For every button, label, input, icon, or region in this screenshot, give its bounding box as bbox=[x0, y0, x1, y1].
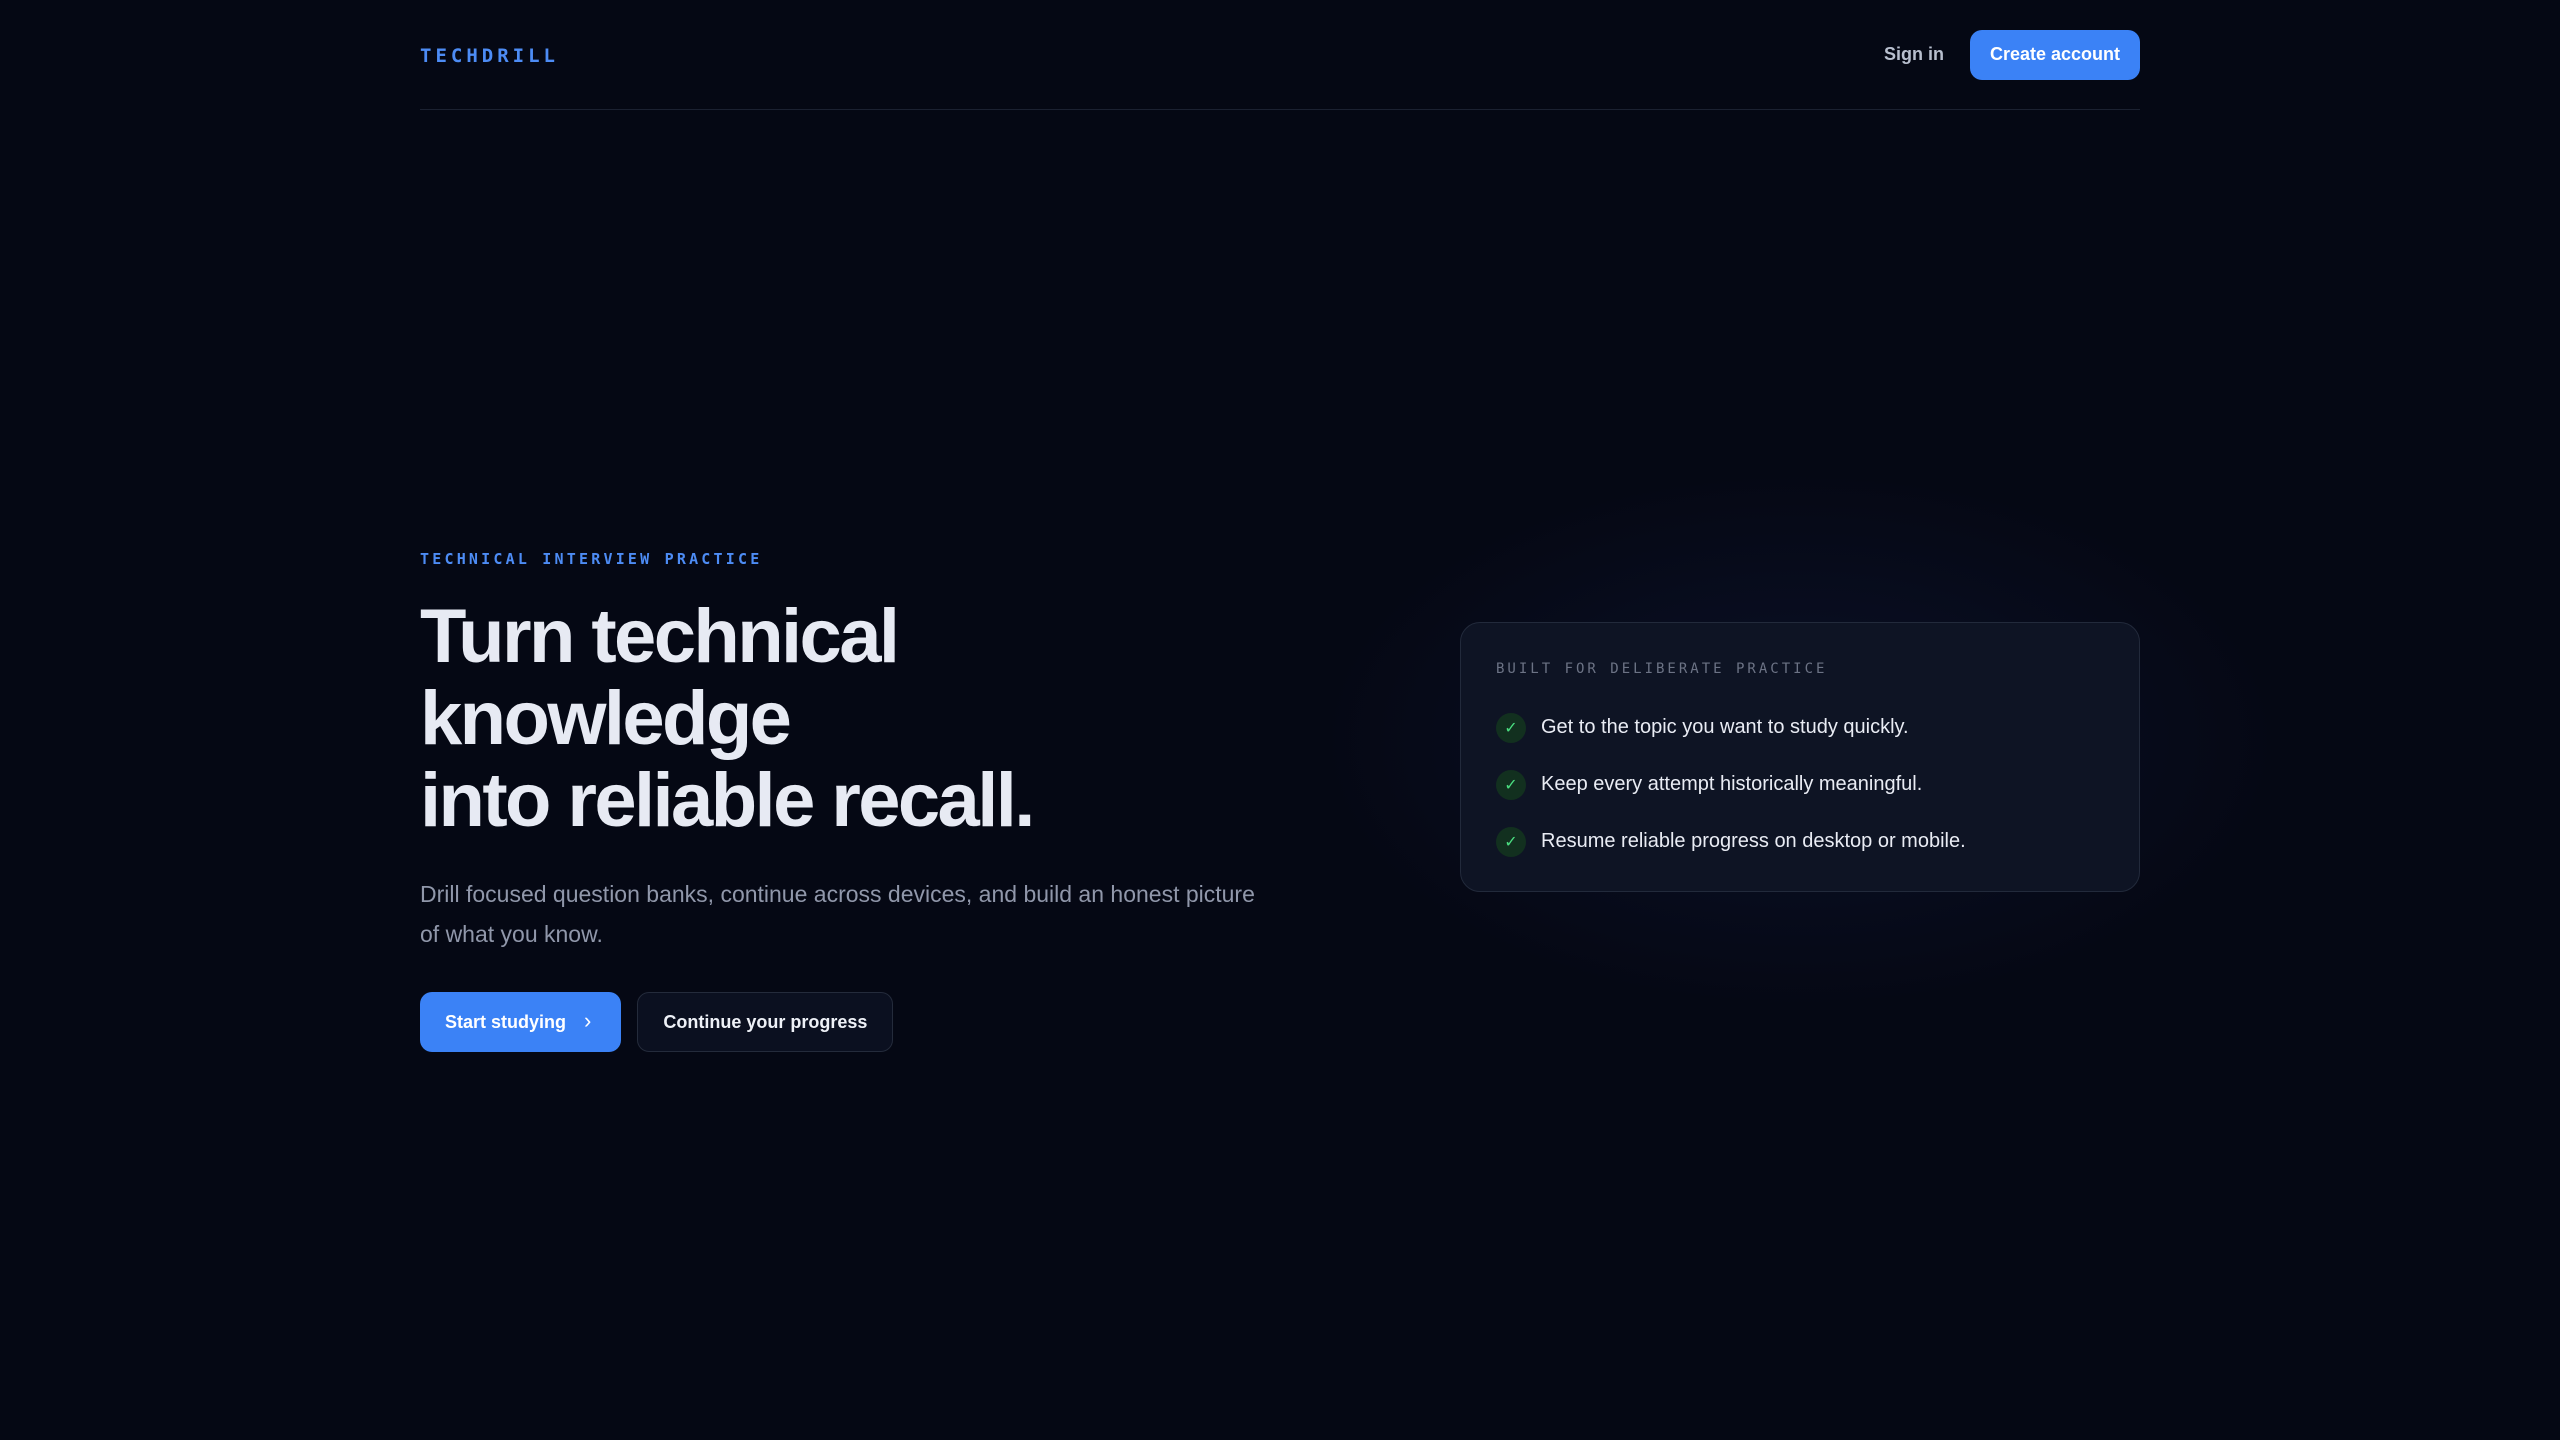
create-account-button[interactable]: Create account bbox=[1969, 29, 2140, 80]
hero-subtext: Drill focused question banks, continue a… bbox=[420, 881, 1255, 947]
start-studying-button[interactable]: Start studying › bbox=[420, 992, 622, 1052]
feature-text: Resume reliable progress on desktop or m… bbox=[1541, 830, 1966, 852]
nav-actions: Sign in Create account bbox=[1884, 29, 2140, 80]
hero: TECHNICAL INTERVIEW PRACTICE Turn techni… bbox=[420, 550, 1280, 1052]
feature-item: ✓ Resume reliable progress on desktop or… bbox=[1496, 813, 2105, 870]
start-studying-label: Start studying bbox=[445, 1011, 567, 1032]
feature-list: ✓ Get to the topic you want to study qui… bbox=[1496, 699, 2105, 870]
feature-text: Keep every attempt historically meaningf… bbox=[1541, 773, 1923, 795]
features-card: BUILT FOR DELIBERATE PRACTICE ✓ Get to t… bbox=[1460, 622, 2140, 892]
headline-line-1: Turn technical knowledge bbox=[420, 594, 900, 761]
sign-in-link[interactable]: Sign in bbox=[1884, 44, 1944, 65]
cta-row: Start studying › Continue your progress bbox=[420, 992, 1280, 1052]
feature-text: Get to the topic you want to study quick… bbox=[1541, 716, 1909, 738]
check-icon: ✓ bbox=[1496, 712, 1526, 743]
headline-line-2: into reliable recall. bbox=[420, 758, 1035, 843]
hero-eyebrow: TECHNICAL INTERVIEW PRACTICE bbox=[420, 550, 763, 568]
check-icon: ✓ bbox=[1496, 826, 1526, 857]
top-nav: TECHDRILL Sign in Create account bbox=[420, 0, 2140, 110]
brand-logo[interactable]: TECHDRILL bbox=[420, 45, 559, 67]
landing-page: TECHDRILL Sign in Create account TECHNIC… bbox=[0, 0, 2560, 1440]
feature-item: ✓ Keep every attempt historically meanin… bbox=[1496, 756, 2105, 813]
feature-item: ✓ Get to the topic you want to study qui… bbox=[1496, 699, 2105, 756]
chevron-right-icon: › bbox=[584, 1008, 592, 1033]
hero-headline: Turn technical knowledge into reliable r… bbox=[420, 596, 1280, 842]
continue-progress-button[interactable]: Continue your progress bbox=[637, 992, 894, 1052]
card-eyebrow: BUILT FOR DELIBERATE PRACTICE bbox=[1496, 661, 1828, 677]
check-icon: ✓ bbox=[1496, 769, 1526, 800]
